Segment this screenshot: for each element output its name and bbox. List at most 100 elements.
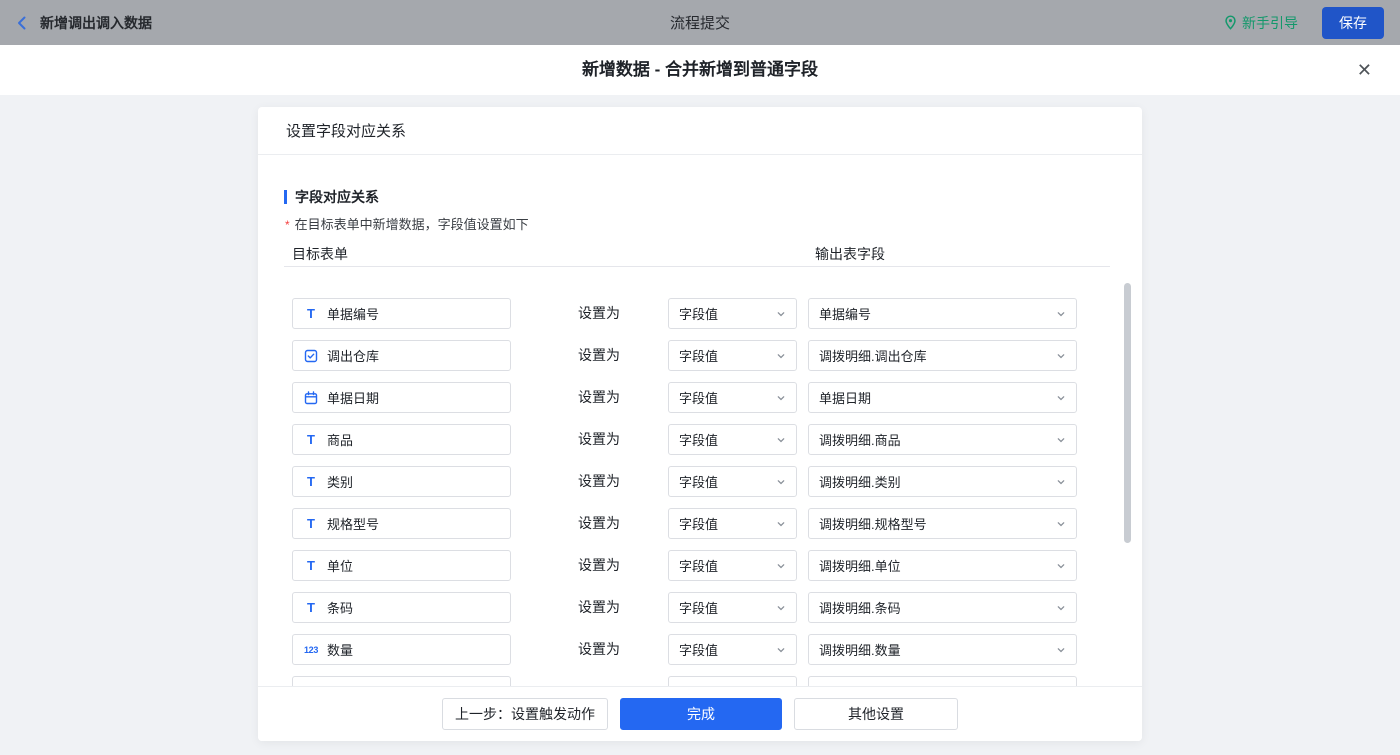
table-row: T 类别 设置为 字段值 调拨明细.类别 [258, 466, 1142, 497]
table-row: T 规格型号 设置为 字段值 调拨明细.规格型号 [258, 508, 1142, 539]
target-field-label: 调出仓库 [327, 346, 379, 365]
location-pin-icon [1224, 15, 1237, 30]
table-row: 单据日期 设置为 字段值 单据日期 [258, 382, 1142, 413]
divider [284, 266, 1110, 267]
target-field-box: T 类别 [292, 466, 511, 497]
target-field-label: 数量 [327, 640, 353, 659]
set-as-label: 设置为 [578, 382, 620, 413]
text-field-icon: T [303, 558, 319, 573]
value-select[interactable]: 单据编号 [808, 298, 1077, 329]
table-row: 123 数量 设置为 字段值 调拨明细.数量 [258, 634, 1142, 665]
value-select[interactable]: 调拨明细.调出仓库 [808, 340, 1077, 371]
table-row: T 商品 设置为 字段值 调拨明细.商品 [258, 424, 1142, 455]
chevron-down-icon [776, 435, 786, 445]
column-header-output-field: 输出表字段 [815, 244, 885, 264]
chevron-down-icon [1056, 561, 1066, 571]
text-field-icon: T [303, 306, 319, 321]
panel-title: 设置字段对应关系 [258, 107, 1142, 155]
select-field-icon [303, 349, 319, 363]
beginner-guide-link[interactable]: 新手引导 [1224, 13, 1298, 33]
guide-label: 新手引导 [1242, 13, 1298, 33]
mode-select[interactable]: 字段值 [668, 340, 797, 371]
section-title: 字段对应关系 [284, 187, 379, 207]
table-row: T 单据编号 设置为 字段值 单据编号 [258, 298, 1142, 329]
other-settings-button[interactable]: 其他设置 [794, 698, 958, 730]
mode-select[interactable]: 字段值 [668, 550, 797, 581]
target-field-box: T 规格型号 [292, 508, 511, 539]
close-icon[interactable]: ✕ [1353, 45, 1376, 95]
panel-body: 字段对应关系 *在目标表单中新增数据，字段值设置如下 目标表单 输出表字段 T … [258, 156, 1142, 686]
value-select[interactable]: 调拨明细.单位 [808, 550, 1077, 581]
chevron-down-icon [776, 393, 786, 403]
mode-select[interactable]: 字段值 [668, 508, 797, 539]
topbar-actions: 新手引导 保存 [1224, 0, 1384, 45]
table-row-partial [258, 676, 1142, 686]
set-as-label: 设置为 [578, 592, 620, 623]
target-field-box: T 单位 [292, 550, 511, 581]
table-row: T 单位 设置为 字段值 调拨明细.单位 [258, 550, 1142, 581]
table-row: 调出仓库 设置为 字段值 调拨明细.调出仓库 [258, 340, 1142, 371]
chevron-down-icon [1056, 435, 1066, 445]
mode-select[interactable]: 字段值 [668, 298, 797, 329]
required-asterisk: * [285, 218, 290, 232]
mode-select[interactable]: 字段值 [668, 382, 797, 413]
section-accent-bar [284, 190, 287, 204]
value-select[interactable]: 单据日期 [808, 382, 1077, 413]
chevron-down-icon [1056, 519, 1066, 529]
target-field-label: 类别 [327, 472, 353, 491]
chevron-down-icon [1056, 603, 1066, 613]
prev-step-button[interactable]: 上一步：设置触发动作 [442, 698, 608, 730]
column-header-target-form: 目标表单 [292, 244, 348, 264]
target-field-box: T 条码 [292, 592, 511, 623]
value-select[interactable] [808, 676, 1077, 686]
value-select[interactable]: 调拨明细.商品 [808, 424, 1077, 455]
target-field-label: 商品 [327, 430, 353, 449]
target-field-label: 规格型号 [327, 514, 379, 533]
target-field-box: T 商品 [292, 424, 511, 455]
mode-select[interactable]: 字段值 [668, 634, 797, 665]
modal-title: 新增数据 - 合并新增到普通字段 [0, 45, 1400, 95]
done-button[interactable]: 完成 [620, 698, 782, 730]
set-as-label: 设置为 [578, 550, 620, 581]
target-field-box: 调出仓库 [292, 340, 511, 371]
top-bar: 新增调出调入数据 流程提交 新手引导 保存 [0, 0, 1400, 45]
target-field-label: 单位 [327, 556, 353, 575]
chevron-down-icon [776, 519, 786, 529]
chevron-down-icon [1056, 351, 1066, 361]
target-field-box: T 单据编号 [292, 298, 511, 329]
value-select[interactable]: 调拨明细.条码 [808, 592, 1077, 623]
chevron-down-icon [776, 645, 786, 655]
mode-select[interactable] [668, 676, 797, 686]
target-field-box: 123 数量 [292, 634, 511, 665]
chevron-down-icon [776, 309, 786, 319]
text-field-icon: T [303, 432, 319, 447]
value-select[interactable]: 调拨明细.数量 [808, 634, 1077, 665]
value-select[interactable]: 调拨明细.类别 [808, 466, 1077, 497]
calendar-icon [303, 391, 319, 405]
scrollbar-thumb[interactable] [1124, 283, 1131, 543]
mapping-card: 设置字段对应关系 字段对应关系 *在目标表单中新增数据，字段值设置如下 目标表单… [258, 107, 1142, 741]
chevron-down-icon [776, 561, 786, 571]
chevron-down-icon [1056, 393, 1066, 403]
set-as-label: 设置为 [578, 634, 620, 665]
mode-select[interactable]: 字段值 [668, 466, 797, 497]
mode-select[interactable]: 字段值 [668, 424, 797, 455]
modal-header: 新增数据 - 合并新增到普通字段 ✕ [0, 45, 1400, 95]
chevron-down-icon [1056, 645, 1066, 655]
chevron-down-icon [776, 351, 786, 361]
number-field-icon: 123 [303, 645, 319, 655]
set-as-label: 设置为 [578, 508, 620, 539]
chevron-down-icon [776, 477, 786, 487]
value-select[interactable]: 调拨明细.规格型号 [808, 508, 1077, 539]
set-as-label: 设置为 [578, 340, 620, 371]
save-button[interactable]: 保存 [1322, 7, 1384, 39]
chevron-down-icon [776, 603, 786, 613]
chevron-down-icon [1056, 477, 1066, 487]
text-field-icon: T [303, 600, 319, 615]
mode-select[interactable]: 字段值 [668, 592, 797, 623]
panel-footer: 上一步：设置触发动作 完成 其他设置 [258, 686, 1142, 741]
target-field-label: 条码 [327, 598, 353, 617]
set-as-label: 设置为 [578, 298, 620, 329]
hint-text: *在目标表单中新增数据，字段值设置如下 [285, 214, 529, 233]
text-field-icon: T [303, 474, 319, 489]
